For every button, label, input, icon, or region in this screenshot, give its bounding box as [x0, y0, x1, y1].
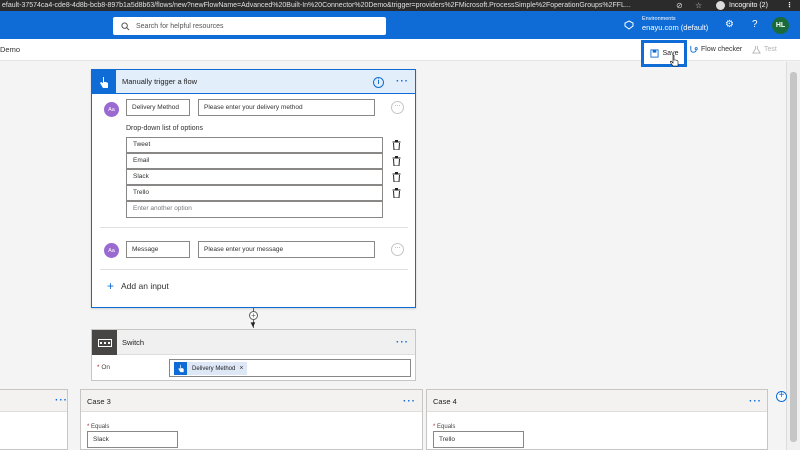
add-input-label: Add an input [121, 281, 169, 291]
case-more-icon[interactable]: ··· [749, 397, 762, 407]
stethoscope-icon [690, 45, 698, 53]
test-button[interactable]: Test [752, 45, 777, 54]
flow-checker-button[interactable]: Flow checker [689, 45, 742, 54]
divider [100, 227, 408, 228]
divider [100, 269, 408, 270]
vertical-scrollbar[interactable] [786, 62, 800, 450]
case-title: Case 3 [87, 397, 111, 406]
environment-label: Environments [642, 16, 676, 22]
url-text[interactable]: efault-37574ca4-cde8-4d8b-bcb8-897b1a5d8… [2, 0, 672, 11]
dropdown-option[interactable]: Slack [126, 169, 383, 185]
trash-icon[interactable] [392, 172, 401, 182]
add-an-input-button[interactable]: + Add an input [107, 279, 169, 293]
message-description-field[interactable]: Please enter your message [198, 241, 375, 258]
browser-menu-icon[interactable]: ⋮ [786, 0, 793, 11]
switch-card-header[interactable]: Switch ··· [92, 330, 415, 355]
delivery-method-description-field[interactable]: Please enter your delivery method [198, 99, 375, 116]
case-more-icon[interactable]: ··· [403, 397, 416, 407]
test-label: Test [764, 46, 777, 53]
dropdown-option[interactable]: Trello [126, 185, 383, 201]
equals-label: * Equals [87, 424, 110, 430]
save-icon [649, 49, 659, 58]
settings-gear-icon[interactable]: ⚙ [725, 19, 734, 31]
app-header: Search for helpful resources Environment… [0, 11, 800, 39]
plus-icon: + [107, 279, 115, 293]
equals-field[interactable]: Slack [87, 431, 178, 448]
text-input-type-icon: Aa [104, 243, 119, 258]
equals-field[interactable]: Trello [433, 431, 524, 448]
input-options-icon[interactable]: ··· [391, 243, 404, 256]
search-input[interactable]: Search for helpful resources [113, 17, 386, 35]
dropdown-list-title: Drop-down list of options [126, 125, 204, 132]
avatar[interactable]: HL [772, 17, 789, 34]
arrow-down-icon: ▼ [249, 320, 257, 329]
case-card-header[interactable]: ··· [0, 390, 67, 412]
dropdown-option[interactable]: Tweet [126, 137, 383, 153]
on-field[interactable]: Delivery Method × [169, 359, 411, 377]
incognito-label[interactable]: Incognito (2) [729, 0, 768, 11]
eye-off-icon[interactable]: ⊘ [676, 0, 683, 11]
trigger-card: Manually trigger a flow i ··· Aa Deliver… [91, 69, 416, 308]
dropdown-option[interactable]: Email [126, 153, 383, 169]
help-icon[interactable]: ? [752, 19, 758, 31]
trigger-card-header[interactable]: Manually trigger a flow i ··· [92, 70, 415, 94]
star-icon[interactable]: ☆ [695, 0, 702, 11]
switch-title: Switch [122, 338, 145, 347]
insert-step-icon[interactable]: + [249, 311, 258, 320]
switch-icon [92, 330, 117, 355]
remove-token-icon[interactable]: × [239, 365, 243, 372]
equals-label: * Equals [433, 424, 456, 430]
switch-card: Switch ··· * On Delivery Method × [91, 329, 416, 381]
case-more-icon[interactable]: ··· [55, 396, 68, 406]
dynamic-content-token[interactable]: Delivery Method × [174, 362, 248, 375]
trash-icon[interactable] [392, 188, 401, 198]
case-title: Case 4 [433, 397, 457, 406]
input-options-icon[interactable]: ··· [391, 101, 404, 114]
info-icon[interactable]: i [373, 77, 384, 88]
environment-selector[interactable]: Environments enayu.com (default) [642, 16, 708, 33]
switch-more-icon[interactable]: ··· [396, 338, 409, 348]
trash-icon[interactable] [392, 156, 401, 166]
flow-checker-label: Flow checker [701, 46, 743, 53]
environment-value: enayu.com (default) [642, 23, 709, 32]
trash-icon[interactable] [392, 140, 401, 150]
trigger-more-icon[interactable]: ··· [396, 77, 409, 87]
breadcrumb: Demo [0, 45, 21, 54]
case-card-header[interactable]: Case 4 ··· [427, 390, 767, 412]
add-case-icon[interactable]: + [776, 391, 787, 402]
text-input-type-icon: Aa [104, 102, 119, 117]
flask-icon [752, 45, 761, 54]
trigger-token-icon [174, 362, 187, 375]
browser-address-bar: efault-37574ca4-cde8-4d8b-bcb8-897b1a5d8… [0, 0, 800, 11]
on-label: * On [97, 364, 111, 371]
new-option-input[interactable]: Enter another option [126, 201, 383, 218]
save-button[interactable]: Save [641, 40, 687, 67]
scrollbar-thumb[interactable] [790, 72, 797, 442]
token-label: Delivery Method [192, 365, 236, 372]
trigger-title: Manually trigger a flow [122, 77, 198, 86]
environment-icon [624, 20, 634, 30]
message-name-field[interactable]: Message [126, 241, 190, 258]
hand-tap-icon [92, 70, 116, 94]
mouse-cursor-icon [670, 55, 679, 67]
search-icon [121, 21, 130, 30]
case-card-partial: ··· [0, 389, 68, 450]
incognito-icon [716, 1, 725, 10]
case-card-header[interactable]: Case 3 ··· [81, 390, 422, 412]
case-4-card: Case 4 ··· * Equals Trello [426, 389, 768, 450]
search-placeholder: Search for helpful resources [136, 22, 224, 30]
case-3-card: Case 3 ··· * Equals Slack [80, 389, 423, 450]
delivery-method-name-field[interactable]: Delivery Method [126, 99, 190, 116]
